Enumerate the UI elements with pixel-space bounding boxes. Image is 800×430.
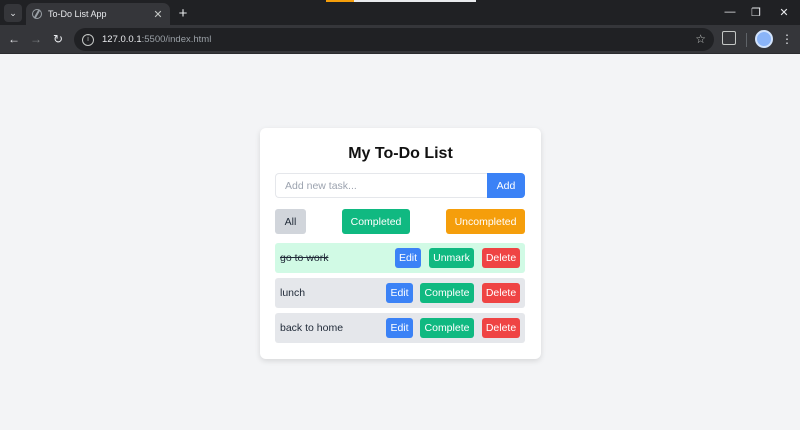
delete-task-button[interactable]: Delete	[482, 283, 520, 303]
task-item: go to work Edit Unmark Delete	[275, 243, 525, 273]
edit-task-button[interactable]: Edit	[386, 283, 413, 303]
delete-task-button[interactable]: Delete	[482, 318, 520, 338]
edit-task-button[interactable]: Edit	[395, 248, 421, 268]
tab-title: To-Do List App	[48, 9, 107, 19]
forward-arrow-icon[interactable]: →	[27, 30, 45, 48]
profile-avatar[interactable]	[755, 30, 773, 48]
extensions-puzzle-icon[interactable]	[722, 31, 736, 45]
edit-task-button[interactable]: Edit	[386, 318, 413, 338]
task-text: lunch	[280, 287, 306, 299]
todo-card: My To-Do List Add All Completed Uncomple…	[260, 128, 541, 359]
filter-all-button[interactable]: All	[275, 209, 306, 234]
window-close-button[interactable]: ✕	[772, 3, 796, 21]
filter-uncompleted-button[interactable]: Uncompleted	[446, 209, 525, 234]
browser-tab-strip: ⌄ To-Do List App ✕ + — ❐ ✕	[0, 0, 800, 25]
site-info-icon[interactable]: i	[82, 33, 94, 46]
complete-task-button[interactable]: Complete	[420, 283, 474, 303]
bookmark-star-icon[interactable]: ☆	[695, 32, 706, 46]
url-host: 127.0.0.1	[102, 34, 142, 45]
tab-strip-accent	[326, 0, 476, 2]
globe-icon	[32, 9, 42, 19]
url-path: :5500/index.html	[141, 34, 212, 45]
browser-menu-icon[interactable]: ⋮	[780, 30, 794, 48]
complete-task-button[interactable]: Complete	[420, 318, 474, 338]
add-task-button[interactable]: Add	[487, 173, 525, 198]
filter-completed-button[interactable]: Completed	[342, 209, 410, 234]
unmark-task-button[interactable]: Unmark	[429, 248, 474, 268]
task-text: back to home	[280, 322, 344, 334]
task-item: lunch Edit Complete Delete	[275, 278, 525, 308]
task-text: go to work	[280, 252, 329, 264]
toolbar-divider	[746, 33, 747, 47]
tab-close-icon[interactable]: ✕	[152, 8, 164, 21]
browser-tab[interactable]: To-Do List App ✕	[26, 3, 170, 25]
new-tab-button[interactable]: +	[174, 4, 192, 22]
back-arrow-icon[interactable]: ←	[5, 30, 23, 48]
address-bar[interactable]: i 127.0.0.1:5500/index.html ☆	[74, 28, 714, 51]
new-task-input[interactable]	[275, 173, 487, 198]
task-item: back to home Edit Complete Delete	[275, 313, 525, 343]
page-title: My To-Do List	[348, 145, 453, 162]
tab-search-icon[interactable]: ⌄	[4, 4, 22, 22]
reload-icon[interactable]: ↻	[49, 30, 67, 48]
browser-toolbar: ← → ↻ i 127.0.0.1:5500/index.html ☆ ⋮	[0, 25, 800, 54]
delete-task-button[interactable]: Delete	[482, 248, 520, 268]
restore-button[interactable]: ❐	[744, 3, 768, 21]
minimize-button[interactable]: —	[718, 3, 742, 21]
